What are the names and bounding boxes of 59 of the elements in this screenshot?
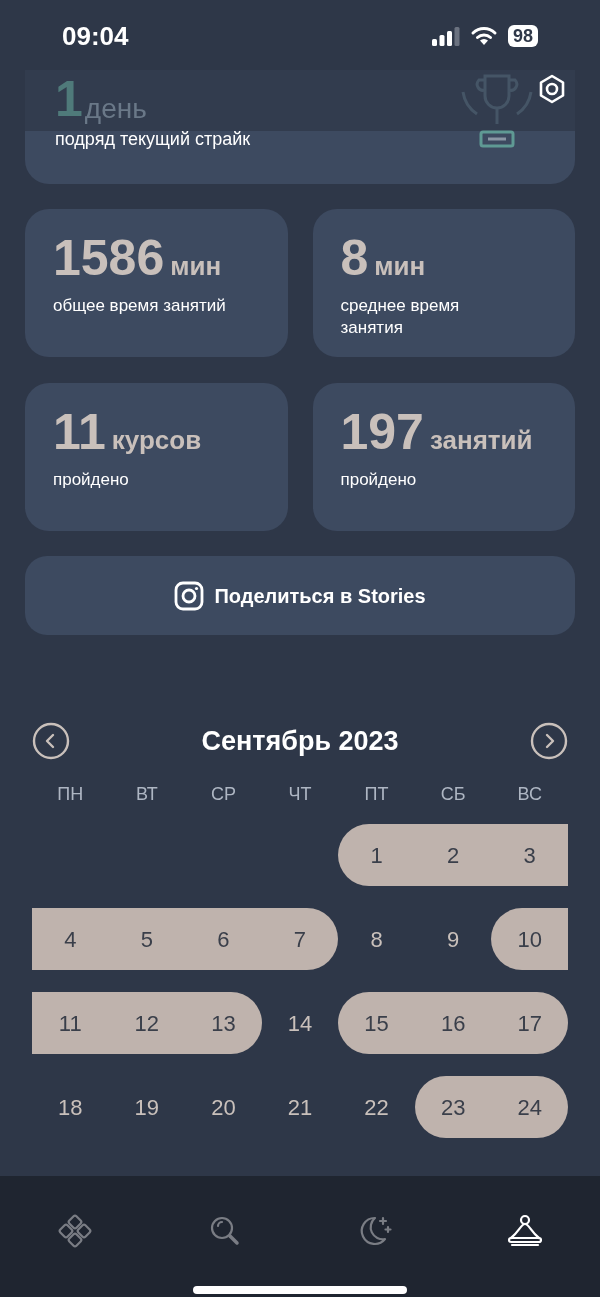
calendar-day[interactable]: 17: [491, 992, 568, 1054]
signal-icon: [431, 26, 460, 46]
stat-label: пройдено: [53, 469, 130, 491]
calendar-day[interactable]: 5: [108, 908, 186, 970]
calendar-day[interactable]: 21: [261, 1076, 339, 1138]
stat-value: 8: [340, 229, 369, 287]
clover-icon: [58, 1214, 92, 1248]
calendar-day[interactable]: 4: [32, 908, 109, 970]
streak-value: 1: [55, 75, 83, 123]
stat-unit: курсов: [111, 424, 202, 457]
stat-unit: занятий: [429, 424, 533, 457]
calendar-day[interactable]: 20: [185, 1076, 262, 1138]
month-title: Сентябрь 2023: [201, 724, 399, 758]
calendar-day[interactable]: 13: [185, 992, 262, 1054]
calendar-day[interactable]: 6: [185, 908, 262, 970]
weekday-label: ПТ: [364, 783, 389, 806]
calendar-day[interactable]: 9: [414, 908, 492, 970]
calendar-day[interactable]: 1: [338, 824, 415, 886]
calendar-day[interactable]: 19: [108, 1076, 186, 1138]
stat-unit: мин: [374, 250, 426, 283]
stat-label: пройдено: [340, 469, 418, 491]
search-icon: [208, 1214, 242, 1248]
weekday-label: СР: [210, 783, 236, 806]
stat-label: среднее время занятия: [340, 295, 461, 339]
stat-value: 1586: [53, 229, 165, 287]
calendar-day[interactable]: 18: [32, 1076, 109, 1138]
weekday-label: ПН: [57, 783, 84, 806]
calendar-day[interactable]: 2: [414, 824, 492, 886]
calendar-day[interactable]: 15: [338, 992, 415, 1054]
stat-value: 197: [340, 403, 424, 461]
battery-level: 98: [507, 25, 538, 47]
weekday-label: ВС: [517, 783, 542, 806]
weekday-label: ЧТ: [288, 783, 312, 806]
calendar-day[interactable]: 16: [414, 992, 492, 1054]
calendar-day[interactable]: 3: [491, 824, 568, 886]
settings-icon[interactable]: [537, 74, 567, 104]
calendar-day[interactable]: 10: [491, 908, 568, 970]
calendar-day[interactable]: 11: [32, 992, 109, 1054]
calendar-day[interactable]: 12: [108, 992, 186, 1054]
camera-icon: [174, 580, 205, 611]
calendar-day[interactable]: 8: [338, 908, 415, 970]
calendar-day[interactable]: 24: [491, 1076, 568, 1138]
stat-unit: мин: [170, 250, 222, 283]
previous-month-icon[interactable]: [32, 722, 70, 760]
time: 09:04: [62, 19, 129, 53]
next-month-icon[interactable]: [530, 722, 568, 760]
stat-label: общее время занятий: [53, 295, 227, 317]
calendar-day[interactable]: 23: [414, 1076, 492, 1138]
wifi-icon: [469, 26, 498, 46]
meditation-icon: [506, 1214, 544, 1248]
calendar-day[interactable]: 14: [261, 992, 339, 1054]
weekday-label: ВТ: [135, 783, 158, 806]
weekday-label: СБ: [440, 783, 466, 806]
calendar-day[interactable]: 7: [261, 908, 339, 970]
stat-value: 11: [53, 403, 106, 461]
share-button[interactable]: Поделиться в Stories: [25, 556, 575, 635]
calendar-day[interactable]: 22: [338, 1076, 415, 1138]
streak-label: подряд текущий страйк: [54, 128, 252, 151]
streak-unit: день: [84, 95, 147, 123]
